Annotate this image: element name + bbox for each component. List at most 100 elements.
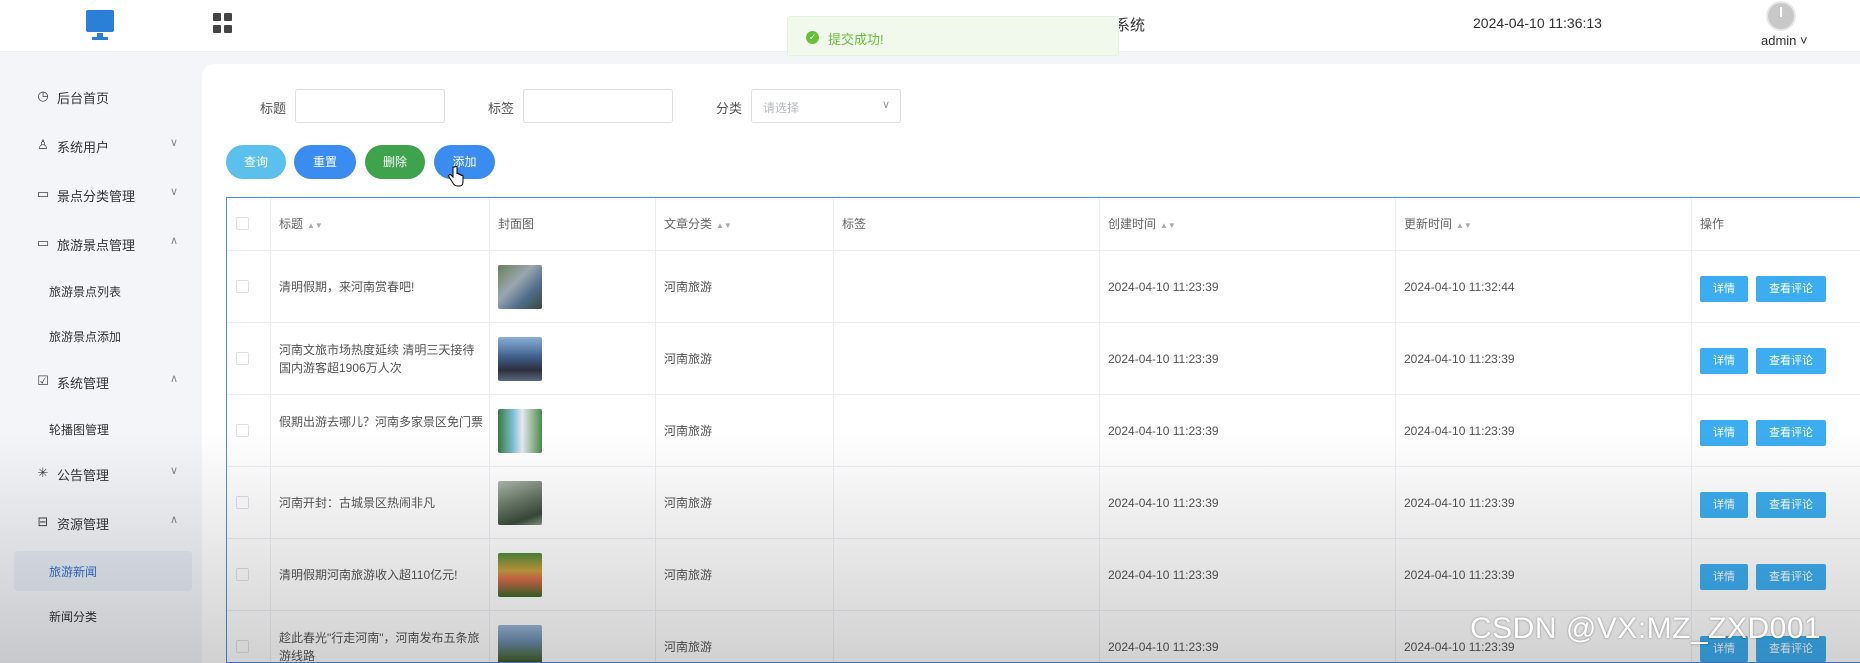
- sidebar-item-label: 公告管理: [57, 468, 110, 483]
- column-label: 操作: [1700, 217, 1725, 231]
- select-all-checkbox[interactable]: [236, 217, 249, 230]
- row-checkbox[interactable]: [236, 280, 249, 293]
- chevron-down-icon: ∨: [881, 99, 890, 111]
- row-updated: 2024-04-10 11:32:44: [1404, 280, 1515, 294]
- sort-icon[interactable]: ▲▼: [716, 221, 732, 230]
- cover-image: [498, 337, 542, 381]
- column-label: 标签: [842, 217, 867, 231]
- cover-image: [498, 409, 542, 453]
- row-checkbox[interactable]: [236, 496, 249, 509]
- row-created: 2024-04-10 11:23:39: [1108, 280, 1219, 294]
- tag-filter-input[interactable]: [523, 89, 673, 123]
- row-checkbox[interactable]: [236, 424, 249, 437]
- query-button[interactable]: 查询: [226, 145, 286, 179]
- monitor-logo-icon[interactable]: [86, 10, 114, 40]
- sidebar: ◷ 后台首页 ♙ 系统用户 ∨ ▭ 景点分类管理 ∨ ▭ 旅游景点管理 ∧ 旅游…: [0, 53, 200, 663]
- detail-button[interactable]: 详情: [1700, 492, 1748, 518]
- row-category: 河南旅游: [664, 496, 713, 510]
- success-check-icon: ✓: [806, 31, 819, 44]
- current-datetime: 2024-04-10 11:36:13: [1473, 15, 1602, 31]
- column-label: 更新时间: [1404, 217, 1453, 231]
- sidebar-item-system-users[interactable]: ♙ 系统用户 ∨: [14, 127, 192, 163]
- add-button[interactable]: 添加: [434, 145, 495, 179]
- row-checkbox[interactable]: [236, 568, 249, 581]
- sidebar-subitem-news-category[interactable]: 新闻分类: [14, 596, 192, 636]
- row-updated: 2024-04-10 11:23:39: [1404, 352, 1515, 366]
- sidebar-item-label: 景点分类管理: [57, 189, 136, 204]
- sort-icon[interactable]: ▲▼: [1160, 221, 1176, 230]
- success-toast: ✓ 提交成功!: [787, 16, 1119, 56]
- toast-message: 提交成功!: [828, 32, 884, 47]
- detail-button[interactable]: 详情: [1700, 564, 1748, 590]
- sidebar-item-system-management[interactable]: ☑ 系统管理 ∧: [14, 363, 192, 399]
- row-title: 河南文旅市场热度延续 清明三天接待国内游客超1906万人次: [279, 343, 475, 375]
- table-header-checkbox-cell: [227, 198, 271, 251]
- row-category: 河南旅游: [664, 640, 713, 654]
- user-avatar[interactable]: [1766, 1, 1796, 31]
- sidebar-item-scenic-category[interactable]: ▭ 景点分类管理 ∨: [14, 176, 192, 212]
- row-checkbox[interactable]: [236, 640, 249, 653]
- sidebar-item-notice-management[interactable]: ✳ 公告管理 ∨: [14, 455, 192, 491]
- sort-icon[interactable]: ▲▼: [307, 221, 323, 230]
- row-created: 2024-04-10 11:23:39: [1108, 424, 1219, 438]
- column-header-title[interactable]: 标题 ▲▼: [271, 198, 490, 251]
- row-updated: 2024-04-10 11:23:39: [1404, 568, 1515, 582]
- user-menu[interactable]: admin ˅: [1761, 33, 1808, 48]
- sidebar-subitem-scenic-add[interactable]: 旅游景点添加: [14, 316, 192, 356]
- title-filter-input[interactable]: [295, 89, 445, 123]
- view-comments-button[interactable]: 查看评论: [1756, 564, 1826, 590]
- column-header-actions: 操作: [1692, 198, 1860, 251]
- delete-button[interactable]: 删除: [365, 145, 425, 179]
- sidebar-item-label: 旅游新闻: [49, 565, 98, 579]
- column-header-cover: 封面图: [490, 198, 656, 251]
- sidebar-subitem-travel-news[interactable]: 旅游新闻: [14, 551, 192, 591]
- cover-image: [498, 481, 542, 525]
- column-header-updated[interactable]: 更新时间 ▲▼: [1396, 198, 1692, 251]
- sidebar-item-resource-management[interactable]: ⊟ 资源管理 ∧: [14, 504, 192, 540]
- menu-grid-icon[interactable]: [213, 13, 233, 33]
- sort-icon[interactable]: ▲▼: [1456, 221, 1472, 230]
- cover-image: [498, 265, 542, 309]
- row-created: 2024-04-10 11:23:39: [1108, 568, 1219, 582]
- view-comments-button[interactable]: 查看评论: [1756, 276, 1826, 302]
- chevron-down-icon: ∨: [169, 137, 178, 149]
- detail-button[interactable]: 详情: [1700, 276, 1748, 302]
- sidebar-item-scenic-management[interactable]: ▭ 旅游景点管理 ∧: [14, 225, 192, 261]
- sidebar-subitem-scenic-list[interactable]: 旅游景点列表: [14, 271, 192, 311]
- sidebar-item-label: 资源管理: [57, 517, 110, 532]
- chevron-down-icon: ∨: [169, 465, 178, 477]
- user-icon: ♙: [37, 137, 49, 152]
- sidebar-item-label: 后台首页: [57, 91, 110, 106]
- check-card-icon: ☑: [37, 373, 49, 388]
- view-comments-button[interactable]: 查看评论: [1756, 492, 1826, 518]
- sidebar-item-label: 新闻分类: [49, 610, 98, 624]
- column-header-created[interactable]: 创建时间 ▲▼: [1100, 198, 1396, 251]
- sidebar-item-home[interactable]: ◷ 后台首页: [14, 78, 192, 114]
- row-checkbox[interactable]: [236, 352, 249, 365]
- sidebar-item-label: 系统管理: [57, 376, 110, 391]
- detail-button[interactable]: 详情: [1700, 420, 1748, 446]
- row-title: 趁此春光"行走河南"，河南发布五条旅游线路: [279, 631, 480, 663]
- column-label: 标题: [279, 217, 304, 231]
- row-category: 河南旅游: [664, 568, 713, 582]
- column-label: 创建时间: [1108, 217, 1157, 231]
- row-created: 2024-04-10 11:23:39: [1108, 352, 1219, 366]
- table-row: 清明假期，来河南赏春吧! 河南旅游 2024-04-10 11:23:39 20…: [227, 251, 1860, 323]
- sidebar-item-label: 旅游景点添加: [49, 330, 122, 344]
- row-category: 河南旅游: [664, 424, 713, 438]
- chevron-down-icon: ∨: [169, 186, 178, 198]
- view-comments-button[interactable]: 查看评论: [1756, 348, 1826, 374]
- box-icon: ⊟: [37, 514, 49, 529]
- category-select[interactable]: 请选择 ∨: [751, 89, 901, 123]
- cover-image: [498, 625, 542, 662]
- chevron-up-icon: ∧: [169, 514, 178, 526]
- sidebar-subitem-carousel[interactable]: 轮播图管理: [14, 409, 192, 449]
- detail-button[interactable]: 详情: [1700, 348, 1748, 374]
- column-header-category[interactable]: 文章分类 ▲▼: [656, 198, 834, 251]
- category-filter-label: 分类: [716, 101, 743, 116]
- row-created: 2024-04-10 11:23:39: [1108, 496, 1219, 510]
- column-header-tag: 标签: [834, 198, 1100, 251]
- reset-button[interactable]: 重置: [294, 145, 356, 179]
- news-table: 标题 ▲▼ 封面图 文章分类 ▲▼ 标签 创建时间 ▲▼ 更新时间 ▲▼ 操作 清明假期…: [226, 197, 1860, 663]
- view-comments-button[interactable]: 查看评论: [1756, 420, 1826, 446]
